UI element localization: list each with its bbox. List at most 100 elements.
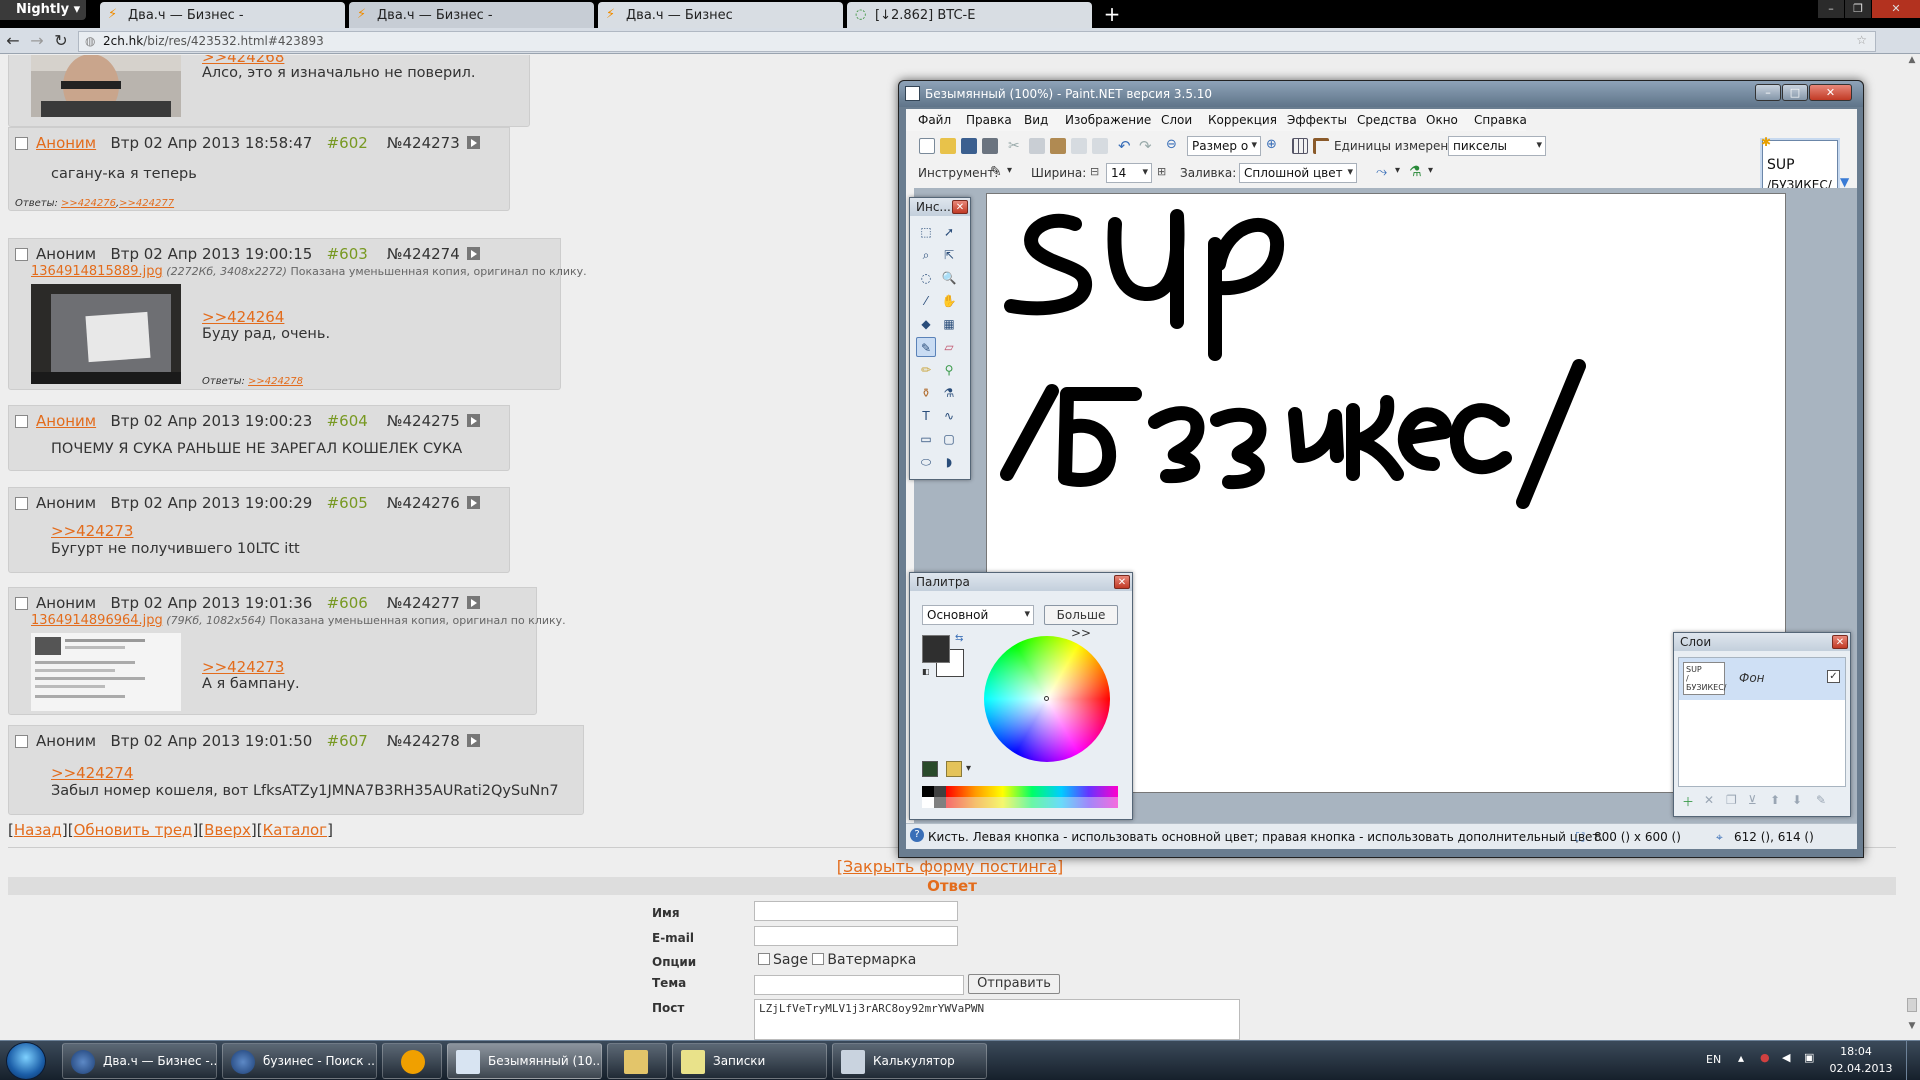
chevron-down-icon[interactable]: ▾ — [1395, 165, 1400, 176]
expand-arrow-icon[interactable] — [466, 596, 480, 609]
layer-row[interactable]: SUP/БУЗИКЕС/ Фон ✓ — [1679, 658, 1845, 700]
menu-edit[interactable]: Правка — [966, 113, 1012, 127]
palette-menu-icon[interactable] — [946, 761, 962, 777]
menu-effects[interactable]: Эффекты — [1287, 113, 1347, 127]
reply-link[interactable]: >>424274 — [51, 764, 133, 782]
expand-arrow-icon[interactable] — [466, 734, 480, 747]
expand-arrow-icon[interactable] — [466, 136, 480, 149]
taskbar-item-paintnet[interactable]: Безымянный (10... — [447, 1043, 602, 1079]
post-number[interactable]: №424275 — [387, 412, 460, 430]
layers-window-titlebar[interactable]: Слои — [1674, 633, 1850, 651]
layer-visible-checkbox[interactable]: ✓ — [1827, 670, 1840, 683]
name-field[interactable] — [754, 901, 958, 921]
paintbrush-tool-icon[interactable]: ✎ — [916, 337, 936, 357]
tray-arrow-icon[interactable]: ▴ — [1738, 1051, 1744, 1065]
catalog-link[interactable]: Каталог — [263, 821, 327, 839]
taskbar-item-browser[interactable]: Два.ч — Бизнес -... — [62, 1043, 217, 1079]
scroll-top-link[interactable]: Вверх — [204, 821, 251, 839]
layers-close-button[interactable]: ✕ — [1832, 635, 1848, 649]
file-link[interactable]: 1364914815889.jpg — [31, 264, 163, 279]
tab-4[interactable]: ◌ [↓2.862] BTC-E — [847, 2, 1092, 28]
delete-layer-icon[interactable]: ✕ — [1704, 793, 1714, 807]
expand-arrow-icon[interactable] — [466, 496, 480, 509]
undo-icon[interactable]: ↶ — [1118, 137, 1134, 155]
poster-name[interactable]: Аноним — [36, 134, 96, 152]
sage-checkbox[interactable] — [758, 953, 770, 965]
taskbar-item-search[interactable]: бузинес - Поиск ... — [222, 1043, 377, 1079]
chevron-down-icon[interactable]: ▼ — [1840, 175, 1849, 189]
expand-arrow-icon[interactable] — [466, 414, 480, 427]
minimize-button[interactable]: – — [1818, 0, 1844, 18]
decrease-width-icon[interactable]: ⊟ — [1090, 165, 1099, 178]
post-checkbox[interactable] — [15, 735, 28, 748]
ellipse-tool-icon[interactable]: ⬭ — [916, 452, 936, 472]
menu-image[interactable]: Изображение — [1065, 113, 1151, 127]
close-window-button[interactable]: ✕ — [1872, 0, 1920, 18]
blend-mode-icon[interactable]: ⚗ — [1409, 164, 1425, 180]
add-color-icon[interactable] — [922, 761, 938, 777]
taskbar-item-aimp[interactable] — [382, 1043, 442, 1079]
post-checkbox[interactable] — [15, 137, 28, 150]
taskbar-item-sticky-notes[interactable]: Записки — [672, 1043, 827, 1079]
page-scrollbar[interactable]: ▲ ▼ — [1904, 55, 1920, 1040]
tab-3[interactable]: ⚡ Два.ч — Бизнес — [598, 2, 843, 28]
save-icon[interactable] — [961, 138, 977, 154]
add-layer-icon[interactable]: ＋ — [1682, 793, 1694, 810]
taskbar-item-explorer[interactable] — [607, 1043, 667, 1079]
redo-icon[interactable]: ↷ — [1139, 137, 1155, 155]
close-post-form-link[interactable]: [Закрыть форму постинга] — [837, 857, 1064, 876]
reply-link[interactable]: >>424276 — [61, 198, 116, 209]
post-thumbnail[interactable] — [31, 284, 181, 384]
line-curve-tool-icon[interactable]: ∿ — [939, 406, 959, 426]
deselect-icon[interactable] — [1092, 138, 1108, 154]
pan-tool-icon[interactable]: ✋ — [939, 291, 959, 311]
color-picker-tool-icon[interactable]: ⚲ — [939, 360, 959, 380]
menu-file[interactable]: Файл — [918, 113, 951, 127]
watermark-checkbox[interactable] — [812, 953, 825, 965]
restore-button[interactable]: ❐ — [1845, 0, 1871, 18]
post-number[interactable]: №424277 — [387, 594, 460, 612]
reply-link[interactable]: >>424273 — [202, 658, 284, 676]
ellipse-select-tool-icon[interactable]: ◌ — [916, 268, 936, 288]
paint-bucket-tool-icon[interactable]: ◆ — [916, 314, 936, 334]
antialias-icon[interactable]: ⤳ — [1376, 164, 1392, 180]
post-number[interactable]: №424276 — [387, 494, 460, 512]
crop-icon[interactable] — [1071, 138, 1087, 154]
paintnet-maximize-button[interactable]: □ — [1782, 84, 1808, 101]
palette-close-button[interactable]: ✕ — [1114, 575, 1130, 589]
palette-more-button[interactable]: Больше >> — [1044, 605, 1118, 640]
menu-help[interactable]: Справка — [1474, 113, 1527, 127]
reload-icon[interactable]: ↻ — [50, 30, 72, 52]
freeform-shape-tool-icon[interactable]: ◗ — [939, 452, 959, 472]
grid-icon[interactable] — [1292, 138, 1308, 154]
chevron-down-icon[interactable]: ▾ — [1007, 165, 1012, 176]
clone-stamp-tool-icon[interactable]: ⚱ — [916, 383, 936, 403]
move-selected-tool-icon[interactable]: ⇱ — [939, 245, 959, 265]
zoom-combo[interactable]: Размер о — [1187, 136, 1261, 156]
menu-utilities[interactable]: Средства — [1357, 113, 1417, 127]
increase-width-icon[interactable]: ⊞ — [1157, 165, 1166, 178]
menu-window[interactable]: Окно — [1426, 113, 1458, 127]
fill-combo[interactable]: Сплошной цвет — [1239, 163, 1357, 183]
chevron-down-icon[interactable]: ▾ — [1428, 165, 1433, 176]
layer-properties-icon[interactable]: ✎ — [1816, 793, 1826, 807]
post-number[interactable]: №424273 — [387, 134, 460, 152]
volume-icon[interactable]: ◀ — [1782, 1051, 1790, 1064]
submit-button[interactable]: Отправить — [968, 974, 1060, 994]
palette-swatches[interactable] — [922, 786, 1118, 808]
rectangle-select-tool-icon[interactable]: ⬚ — [916, 222, 936, 242]
tab-2[interactable]: ⚡ Два.ч — Бизнес - — [349, 2, 594, 28]
new-file-icon[interactable] — [919, 138, 935, 154]
close-post-form[interactable]: [Закрыть форму постинга] — [0, 857, 1900, 876]
tab-1[interactable]: ⚡ Два.ч — Бизнес - — [100, 2, 345, 28]
scroll-thumb[interactable] — [1907, 998, 1917, 1012]
reply-link[interactable]: >>424264 — [202, 308, 284, 326]
rounded-rectangle-tool-icon[interactable]: ▢ — [939, 429, 959, 449]
paste-icon[interactable] — [1050, 138, 1066, 154]
post-number[interactable]: №424278 — [387, 732, 460, 750]
clock-time[interactable]: 18:04 — [1826, 1045, 1886, 1058]
text-tool-icon[interactable]: T — [916, 406, 936, 426]
menu-view[interactable]: Вид — [1024, 113, 1048, 127]
taskbar-item-calculator[interactable]: Калькулятор — [832, 1043, 987, 1079]
move-layer-up-icon[interactable]: ⬆ — [1770, 793, 1780, 807]
